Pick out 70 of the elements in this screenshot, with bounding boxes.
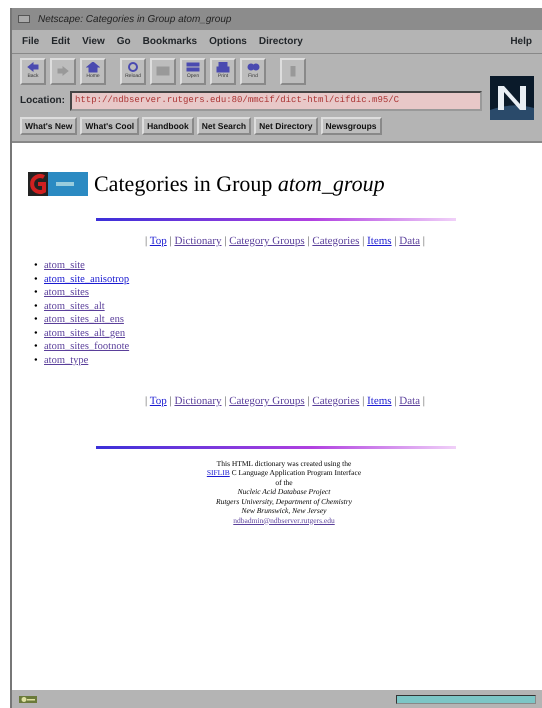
separator: |: [224, 395, 226, 408]
location-label: Location:: [20, 94, 65, 108]
binoculars-icon: [246, 62, 260, 74]
bullet: •: [34, 259, 39, 273]
separator: |: [307, 234, 310, 247]
nav-link[interactable]: Top: [150, 395, 167, 408]
bullet: •: [34, 313, 39, 327]
directory-button[interactable]: Newsgroups: [320, 116, 382, 136]
back-arrow-icon: [26, 62, 40, 74]
separator: |: [362, 234, 364, 247]
window-title: Netscape: Categories in Group atom_group: [38, 12, 232, 26]
separator: |: [394, 234, 397, 247]
forward-arrow-icon: [56, 66, 70, 77]
directory-button[interactable]: Net Directory: [254, 116, 318, 136]
printer-icon: [216, 62, 230, 74]
menu-item[interactable]: View: [82, 34, 105, 49]
separator: |: [422, 234, 425, 247]
separator: |: [145, 234, 148, 247]
bullet: •: [34, 326, 39, 340]
nav-link[interactable]: Categories: [312, 395, 360, 408]
reload-icon: [126, 62, 140, 74]
directory-button[interactable]: What's New: [20, 116, 78, 136]
nav-link[interactable]: Data: [399, 395, 420, 408]
bullet: •: [34, 354, 39, 368]
separator: |: [224, 234, 226, 247]
category-link[interactable]: atom_sites: [44, 287, 89, 298]
category-link[interactable]: atom_sites_alt_gen: [44, 328, 126, 339]
menu-item[interactable]: Directory: [258, 34, 303, 49]
nav-link[interactable]: Dictionary: [174, 234, 222, 247]
category-link[interactable]: atom_sites_alt_ens: [44, 314, 124, 326]
nav-link[interactable]: Items: [367, 395, 392, 408]
nav-link[interactable]: Category Groups: [229, 234, 305, 247]
security-key-icon: [18, 694, 38, 704]
menu-item[interactable]: Go: [116, 34, 131, 49]
logo-icon: [28, 172, 88, 196]
separator: |: [422, 395, 425, 408]
menu-item[interactable]: Options: [209, 34, 247, 49]
menu-item[interactable]: Help: [510, 34, 532, 49]
category-link[interactable]: atom_sites_alt: [44, 300, 105, 312]
menu-item[interactable]: Bookmarks: [142, 34, 198, 49]
directory-button[interactable]: What's Cool: [80, 116, 140, 136]
separator: |: [169, 234, 172, 247]
directory-button[interactable]: Handbook: [142, 116, 194, 136]
bullet: •: [34, 340, 39, 354]
separator: |: [307, 395, 310, 408]
bullet: •: [34, 286, 39, 300]
category-link[interactable]: atom_type: [44, 354, 88, 366]
bullet: •: [34, 272, 39, 286]
separator: |: [362, 395, 364, 408]
nav-link[interactable]: Category Groups: [229, 395, 305, 408]
nav-link[interactable]: Data: [399, 234, 420, 247]
window-menu-button[interactable]: [18, 15, 30, 23]
directory-button[interactable]: Net Search: [196, 116, 252, 136]
separator: |: [394, 395, 397, 408]
bullet: •: [34, 300, 39, 314]
house-icon: [86, 62, 100, 74]
separator: |: [145, 395, 148, 408]
menu-item[interactable]: Edit: [51, 34, 70, 49]
nav-link[interactable]: Items: [367, 234, 392, 247]
page-heading: Categories in Group atom_group: [94, 171, 385, 198]
menu-item[interactable]: File: [22, 34, 40, 49]
location-field[interactable]: http://ndbserver.rutgers.edu:80/mmcif/dict-html/cifdic.m95/C: [70, 91, 482, 110]
nav-link[interactable]: Categories: [312, 234, 360, 247]
nav-link[interactable]: Dictionary: [174, 395, 222, 408]
category-link[interactable]: atom_site: [44, 260, 85, 272]
category-link[interactable]: atom_site_anisotrop: [44, 274, 130, 285]
category-link[interactable]: atom_sites_footnote: [44, 341, 130, 352]
separator: |: [169, 395, 172, 408]
browser-logo-icon: [490, 76, 534, 120]
nav-link[interactable]: Top: [150, 234, 167, 247]
